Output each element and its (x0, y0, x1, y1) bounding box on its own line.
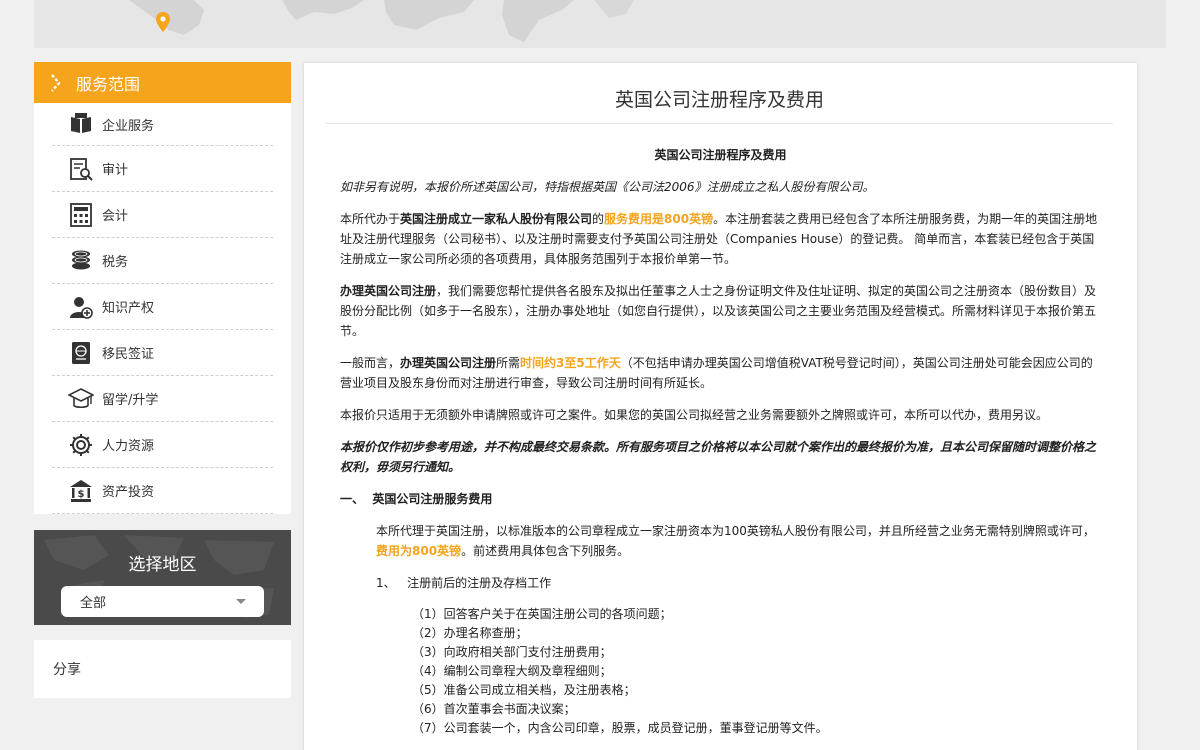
sidebar-item-audit[interactable]: 审计 (52, 146, 273, 192)
list-item: （7）公司套装一个，内含公司印章，股票，成员登记册，董事登记册等文件。 (412, 721, 828, 735)
list-item: （6）首次董事会书面决议案； (412, 702, 576, 716)
region-title: 选择地区 (128, 555, 197, 575)
calculator-icon (68, 202, 94, 228)
world-map-banner (34, 0, 1166, 48)
sidebar-item-label: 企业服务 (102, 118, 155, 134)
sidebar-item-hr[interactable]: 人力资源 (52, 422, 273, 468)
service-list: （1）回答客户关于在英国注册公司的各项问题； （2）办理名称查册； （3）向政府… (340, 605, 1101, 738)
section-paragraph: 本所代理于英国注册，以标准版本的公司章程成立一家注册资本为100英镑私人股份有限… (376, 524, 1095, 558)
region-selector-panel: 选择地区 全部 (34, 530, 291, 625)
paragraph-materials: 办理英国公司注册，我们需要您帮忙提供各名股东及拟出任董事之人士之身份证明文件及住… (340, 284, 1097, 338)
gear-icon (68, 432, 94, 458)
sidebar-item-label: 留学/升学 (102, 393, 159, 408)
sidebar-item-label: 移民签证 (102, 347, 155, 362)
main-content: 英国公司注册程序及费用 英国公司注册程序及费用 如非另有说明，本报价所述英国公司… (304, 63, 1137, 750)
sidebar-item-label: 资产投资 (102, 485, 155, 500)
audit-report-icon (68, 156, 94, 182)
sidebar-item-label: 税务 (102, 255, 129, 270)
book-icon (68, 111, 94, 137)
region-select-value: 全部 (80, 596, 107, 611)
list-item: （4）编制公司章程大纲及章程细则； (412, 664, 612, 678)
sidebar-item-label: 知识产权 (102, 301, 155, 316)
paragraph-scope: 本报价只适用于无须额外申请牌照或许可之案件。如果您的英国公司拟经营之业务需要额外… (340, 408, 1049, 422)
sidebar-item-accounting[interactable]: 会计 (52, 192, 273, 238)
sidebar-item-label: 会计 (102, 209, 129, 224)
sidebar-item-tax[interactable]: 税务 (52, 238, 273, 284)
sidebar-item-ip[interactable]: 知识产权 (52, 284, 273, 330)
list-item: （3）向政府相关部门支付注册费用； (412, 645, 612, 659)
sidebar-item-label: 人力资源 (102, 439, 155, 454)
sidebar-item-immigration[interactable]: 移民签证 (52, 330, 273, 376)
sidebar-menu: 企业服务 审计 会计 税务 知识产权 移民签证 留学/升学 人力资源 $ 资产投… (34, 103, 291, 514)
article-subtitle: 英国公司注册程序及费用 (654, 148, 787, 162)
bank-dollar-icon: $ (68, 478, 94, 504)
share-label[interactable]: 分享 (53, 659, 81, 679)
passport-icon (68, 340, 94, 366)
sidebar-item-study[interactable]: 留学/升学 (52, 376, 273, 422)
coins-icon (68, 248, 94, 274)
paragraph-time: 一般而言，办理英国公司注册所需时间约3至5工作天（不包括申请办理英国公司增值税V… (340, 356, 1093, 390)
section-heading: 一、 英国公司注册服务费用 (340, 492, 493, 506)
sidebar: 服务范围 企业服务 审计 会计 税务 知识产权 移民签证 留学/升学 人力资源 … (34, 62, 291, 514)
graduation-cap-icon (68, 386, 94, 412)
region-select[interactable]: 全部 (61, 586, 264, 617)
intro-paragraph: 如非另有说明，本报价所述英国公司，特指根据英国《公司法2006》注册成立之私人股… (340, 180, 875, 194)
paragraph-disclaimer: 本报价仅作初步参考用途，并不构成最终交易条款。所有服务项目之价格将以本公司就个案… (340, 440, 1097, 474)
chevron-right-icon (51, 73, 61, 92)
sidebar-item-label: 审计 (102, 163, 129, 178)
svg-text:$: $ (78, 489, 85, 500)
sub-heading: 1、 注册前后的注册及存档工作 (376, 576, 552, 590)
sidebar-header: 服务范围 (34, 62, 291, 103)
sidebar-item-enterprise[interactable]: 企业服务 (52, 103, 273, 146)
list-item: （1）回答客户关于在英国注册公司的各项问题； (412, 607, 672, 621)
sidebar-header-title: 服务范围 (76, 74, 141, 94)
article-body: 英国公司注册程序及费用 如非另有说明，本报价所述英国公司，特指根据英国《公司法2… (340, 145, 1101, 738)
paragraph-fee: 本所代办于英国注册成立一家私人股份有限公司的服务费用是800英镑。本注册套装之费… (340, 212, 1098, 266)
sidebar-item-investment[interactable]: $ 资产投资 (52, 468, 273, 514)
page-title: 英国公司注册程序及费用 (326, 63, 1113, 124)
user-plus-icon (68, 294, 94, 320)
caret-down-icon (236, 599, 246, 604)
location-pin-icon (156, 12, 170, 32)
list-item: （2）办理名称查册； (412, 626, 528, 640)
share-panel: 分享 (34, 640, 291, 698)
list-item: （5）准备公司成立相关档，及注册表格； (412, 683, 636, 697)
